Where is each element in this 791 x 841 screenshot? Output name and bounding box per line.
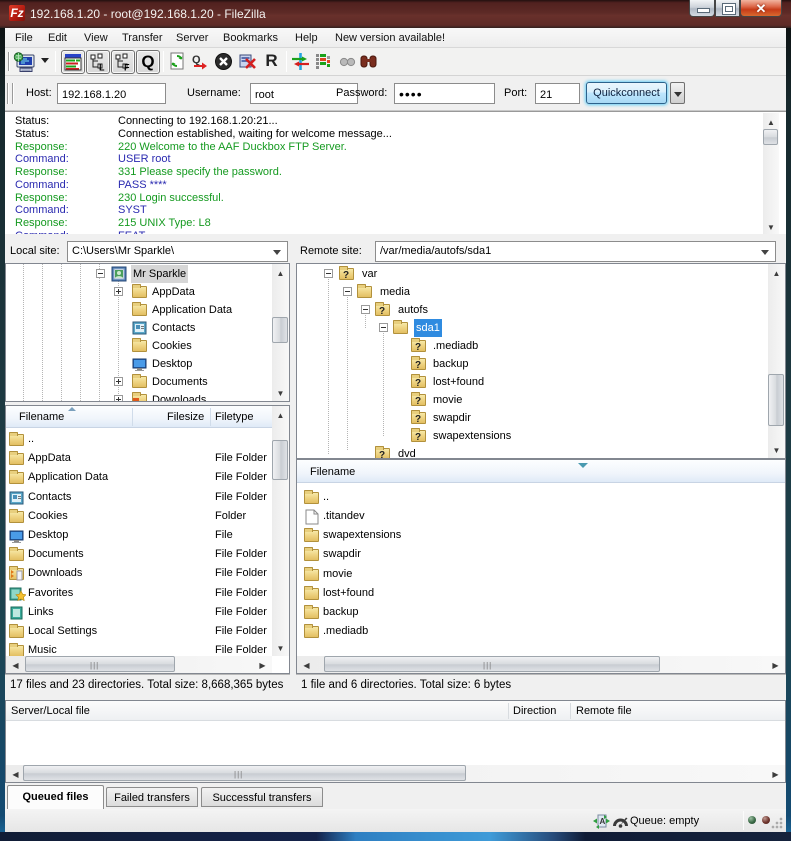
svg-text:Q: Q (192, 54, 201, 66)
svg-text:F: F (124, 63, 130, 72)
svg-text:L: L (99, 63, 105, 72)
